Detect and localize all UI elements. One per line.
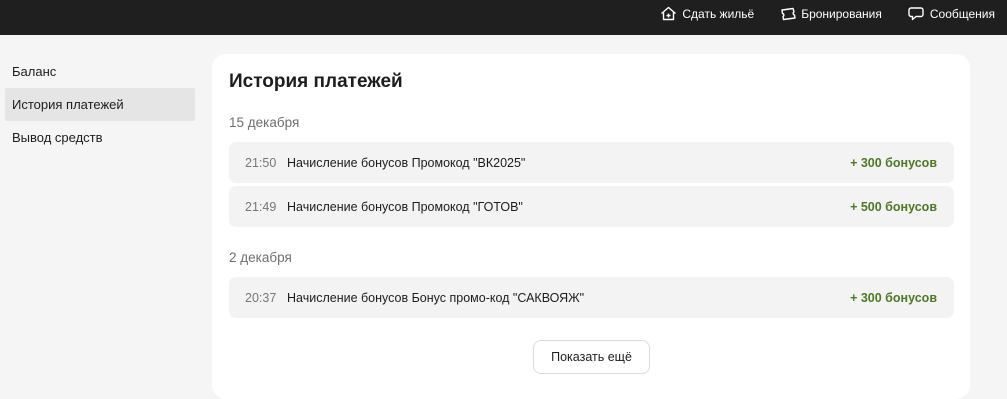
show-more-button[interactable]: Показать ещё [533,340,650,374]
nav-bookings-label: Бронирования [801,6,882,21]
house-plus-icon [660,6,677,21]
payment-amount: + 300 бонусов [850,290,937,305]
payment-amount: + 300 бонусов [850,155,937,170]
page-title: История платежей [229,71,403,92]
top-bar: Сдать жильё Бронирования Сообщения [0,0,1007,35]
sidebar-item-label: История платежей [12,97,124,112]
sidebar-item-payment-history[interactable]: История платежей [5,88,195,121]
sidebar-item-withdraw[interactable]: Вывод средств [5,121,195,154]
ticket-icon [780,7,796,21]
payment-description: Начисление бонусов Промокод "ГОТОВ" [287,199,523,214]
nav-rent-out-label: Сдать жильё [682,6,755,21]
payment-description: Начисление бонусов Промокод "ВК2025" [287,155,526,170]
nav-messages[interactable]: Сообщения [908,6,995,21]
top-nav: Сдать жильё Бронирования Сообщения [660,0,995,27]
payment-description: Начисление бонусов Бонус промо-код "САКВ… [287,290,585,305]
nav-bookings[interactable]: Бронирования [780,7,882,21]
payment-history-card: История платежей 15 декабря 21:50 Начисл… [212,54,970,399]
payment-row: 21:49 Начисление бонусов Промокод "ГОТОВ… [229,186,954,227]
nav-messages-label: Сообщения [929,6,995,21]
payment-time: 20:37 [245,290,277,305]
payment-time: 21:49 [245,199,277,214]
payment-row: 20:37 Начисление бонусов Бонус промо-код… [229,277,954,318]
date-heading: 2 декабря [229,250,292,265]
payment-row: 21:50 Начисление бонусов Промокод "ВК202… [229,142,954,183]
chat-bubble-icon [908,6,925,21]
sidebar-item-label: Баланс [12,64,57,79]
sidebar-item-label: Вывод средств [12,130,103,145]
date-heading: 15 декабря [229,115,300,130]
sidebar-item-balance[interactable]: Баланс [5,55,195,88]
payment-amount: + 500 бонусов [850,199,937,214]
payment-time: 21:50 [245,155,277,170]
sidebar: Баланс История платежей Вывод средств [5,55,195,154]
nav-rent-out[interactable]: Сдать жильё [660,6,754,21]
